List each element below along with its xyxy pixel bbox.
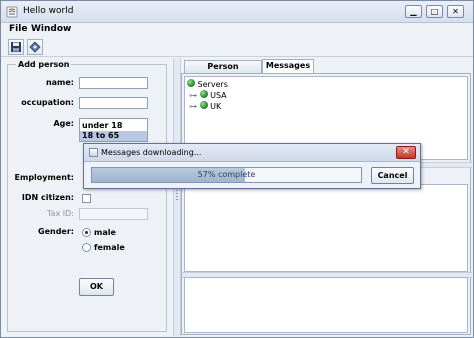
close-icon: ✕ — [452, 7, 459, 16]
java-app-icon — [6, 6, 18, 18]
add-person-group: Add person name: occupation: Age: under … — [7, 60, 167, 332]
gender-label: Gender: — [38, 227, 74, 236]
main-window: Hello world ▁ □ ✕ File Window Add person… — [0, 0, 474, 338]
tree-node-usa[interactable]: ⊶ USA — [189, 90, 227, 101]
idn-citizen-label: IDN citizen: — [21, 193, 74, 202]
globe-icon — [199, 90, 208, 98]
dialog-close-button[interactable]: ✕ — [396, 146, 416, 159]
tree-node-label: UK — [210, 102, 222, 111]
ok-button[interactable]: OK — [79, 278, 114, 296]
save-toolbar-button[interactable] — [8, 39, 24, 55]
message-detail-pane[interactable] — [184, 277, 468, 333]
close-icon: ✕ — [402, 147, 410, 157]
tree-expand-icon[interactable]: ⊶ — [189, 102, 197, 111]
maximize-icon: □ — [430, 7, 439, 16]
tab-messages[interactable]: Messages — [262, 59, 314, 73]
gender-female-radio[interactable] — [82, 243, 91, 252]
progress-text: 57% complete — [197, 170, 256, 179]
plugin-icon — [29, 41, 41, 53]
cancel-button[interactable]: Cancel — [371, 167, 414, 184]
name-field[interactable] — [79, 77, 148, 89]
add-person-title: Add person — [16, 60, 72, 69]
plugin-toolbar-button[interactable] — [27, 39, 43, 55]
minimize-icon: ▁ — [410, 7, 417, 16]
menu-bar: File Window — [1, 23, 473, 37]
globe-icon — [199, 101, 208, 109]
tabs-area: Person Database Messages Servers ⊶ USA ⊶… — [181, 58, 473, 336]
occupation-field[interactable] — [79, 97, 148, 109]
tax-id-field[interactable] — [79, 208, 148, 220]
add-person-panel: Add person name: occupation: Age: under … — [3, 58, 173, 336]
employment-label: Employment: — [14, 173, 74, 182]
name-label: name: — [45, 78, 74, 87]
tree-expand-icon[interactable]: ⊶ — [189, 91, 197, 100]
tab-person-database[interactable]: Person Database — [184, 60, 262, 83]
download-progress-bar: 57% complete — [91, 167, 362, 183]
tree-node-uk[interactable]: ⊶ UK — [189, 101, 221, 112]
age-list[interactable]: under 18 18 to 65 — [79, 118, 148, 142]
gender-male-label: male — [94, 228, 116, 237]
gender-male-radio[interactable] — [82, 228, 91, 237]
tax-id-label: Tax ID: — [47, 209, 74, 218]
tree-node-label: Servers — [197, 80, 228, 89]
message-list-pane[interactable] — [184, 184, 468, 272]
tree-node-servers[interactable]: Servers — [187, 79, 228, 90]
close-window-button[interactable]: ✕ — [447, 5, 464, 18]
menu-window[interactable]: Window — [31, 24, 71, 34]
tree-node-label: USA — [210, 91, 227, 100]
title-bar[interactable]: Hello world ▁ □ ✕ — [1, 1, 473, 23]
gender-female-label: female — [94, 243, 125, 252]
menu-file[interactable]: File — [9, 24, 27, 34]
window-title: Hello world — [23, 6, 74, 16]
age-label: Age: — [53, 119, 74, 128]
toolbar — [1, 37, 473, 57]
save-icon — [11, 42, 21, 52]
dialog-title-bar[interactable]: Messages downloading... ✕ — [84, 144, 420, 162]
dialog-app-icon — [89, 148, 98, 157]
download-progress-dialog: Messages downloading... ✕ 57% complete C… — [83, 143, 421, 189]
messages-tab-content: Servers ⊶ USA ⊶ UK — [181, 73, 472, 335]
age-option-18-to-65[interactable]: 18 to 65 — [80, 131, 147, 141]
minimize-button[interactable]: ▁ — [405, 5, 422, 18]
idn-citizen-checkbox[interactable] — [82, 194, 91, 203]
dialog-title: Messages downloading... — [101, 148, 202, 157]
occupation-label: occupation: — [21, 98, 74, 107]
age-option-under-18[interactable]: under 18 — [80, 121, 147, 131]
maximize-button[interactable]: □ — [426, 5, 443, 18]
globe-icon — [187, 79, 195, 87]
